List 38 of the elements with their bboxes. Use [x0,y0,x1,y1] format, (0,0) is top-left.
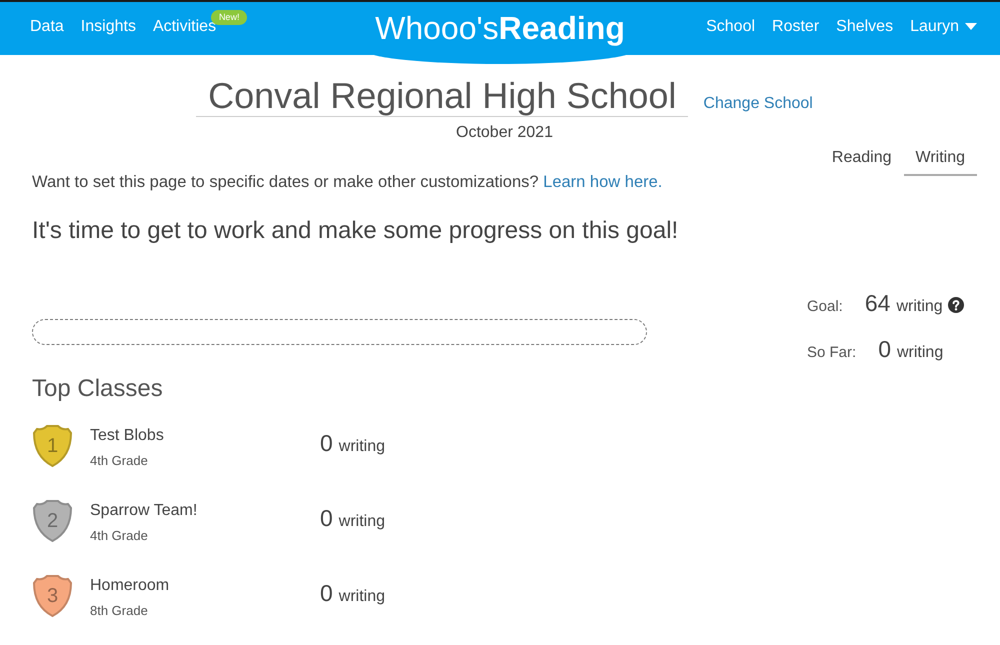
class-grade: 4th Grade [90,527,148,545]
stat-value: 0 [878,335,891,364]
period-label: October 2021 [455,123,554,143]
rank-medal: 3 [32,574,73,618]
nav-link[interactable]: Shelves [836,16,894,36]
help-icon[interactable] [948,297,964,313]
count-unit: writing [338,438,386,456]
stat-label: So Far: [807,343,856,363]
stat-unit: writing [896,343,944,363]
user-menu[interactable]: Lauryn [910,16,977,36]
count-unit: writing [338,588,386,606]
stat-label: Goal: [807,297,843,317]
caret-icon [965,23,977,30]
count-value: 0 [320,504,333,532]
customize-note: Want to set this page to specific dates or make other customizations? Learn how here. [32,172,664,192]
change-school-link[interactable]: Change School [703,95,813,113]
class-name: Homeroom [90,576,170,596]
class-grade: 4th Grade [90,452,148,470]
rank-medal: 1 [32,424,73,468]
nav-link[interactable]: Data [30,16,64,36]
school-name-title: Conval Regional High School [196,76,688,117]
nav-link[interactable]: School [706,16,756,36]
goal-message: It's time to get to work and make some progress on this goal! [32,216,680,246]
count-value: 0 [320,429,333,457]
tab[interactable]: Reading [820,148,904,176]
class-name: Test Blobs [90,426,164,446]
stat-unit: writing [896,297,943,317]
nav-link[interactable]: Insights [80,16,136,36]
nav-link[interactable]: Roster [772,16,820,36]
class-name: Sparrow Team! [90,501,198,521]
count-value: 0 [320,579,333,607]
count-unit: writing [338,513,386,531]
section-title: Top Classes [32,374,164,404]
learn-how-link[interactable]: Learn how here. [543,173,662,191]
rank-medal: 2 [32,499,73,543]
class-grade: 8th Grade [90,602,148,620]
stat-value: 64 [864,289,890,318]
tab[interactable]: Writing [904,148,977,176]
